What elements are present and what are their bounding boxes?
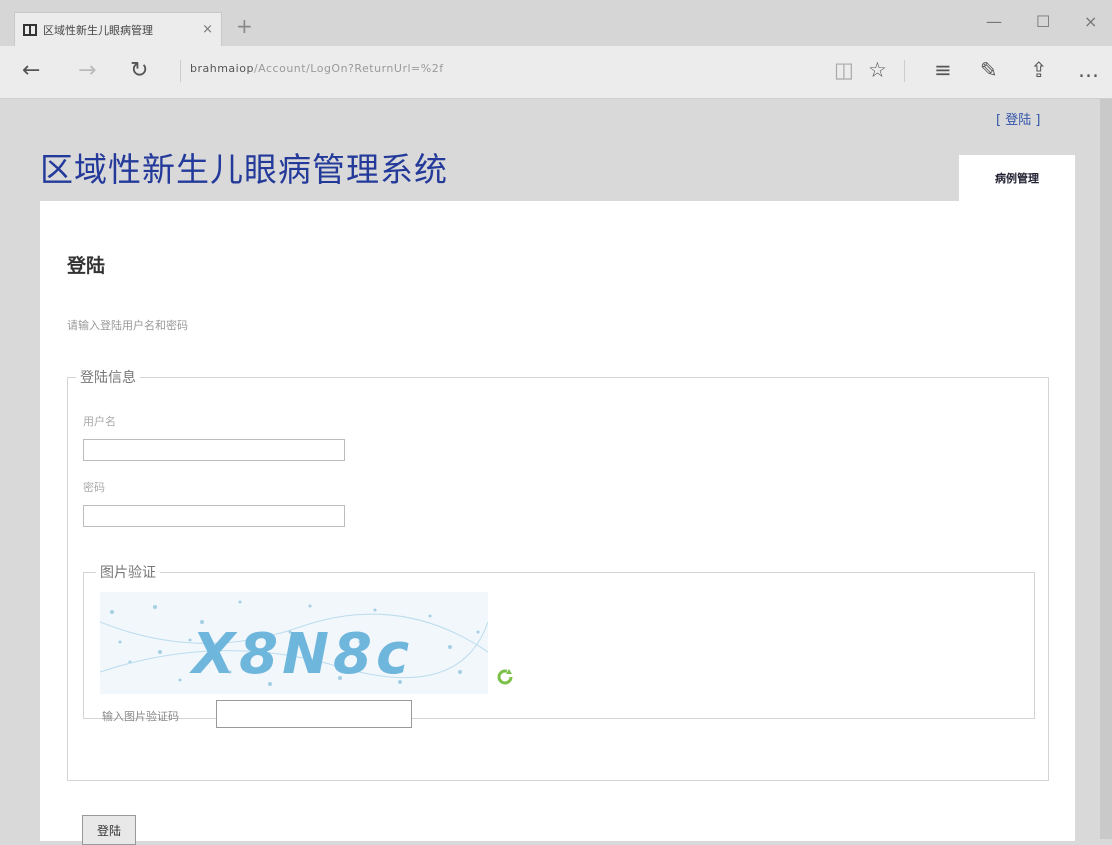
new-tab-button[interactable]: + — [236, 14, 253, 38]
captcha-image: X8N8c — [100, 592, 488, 694]
share-icon[interactable]: ⇪ — [1030, 58, 1048, 82]
captcha-input-label: 输入图片验证码 — [102, 710, 179, 723]
forward-button[interactable]: → — [78, 58, 96, 83]
browser-tab[interactable]: 区域性新生儿眼病管理 × — [14, 12, 222, 46]
login-hint: 请输入登陆用户名和密码 — [67, 319, 188, 332]
more-icon[interactable]: … — [1078, 58, 1099, 82]
password-label: 密码 — [83, 481, 105, 494]
browser-tab-bar: 区域性新生儿眼病管理 × + — ☐ × — [0, 0, 1112, 46]
hub-icon[interactable]: ≡ — [934, 58, 952, 82]
close-window-button[interactable]: × — [1084, 12, 1097, 31]
page-heading: 登陆 — [67, 255, 106, 277]
menu-tab-case-management[interactable]: 病例管理 — [959, 155, 1075, 201]
login-info-legend: 登陆信息 — [80, 370, 136, 386]
reading-view-icon[interactable]: ◫ — [834, 58, 854, 82]
web-note-icon[interactable]: ✎ — [980, 58, 998, 82]
book-icon — [23, 23, 37, 36]
login-info-fieldset: 登陆信息 用户名 密码 图片验证 X8N8c 输入图片验证码 — [67, 367, 1049, 781]
captcha-input[interactable] — [216, 700, 412, 728]
minimize-button[interactable]: — — [986, 12, 1002, 31]
favorite-star-icon[interactable]: ☆ — [868, 58, 887, 82]
username-input[interactable] — [83, 439, 345, 461]
tab-title: 区域性新生儿眼病管理 — [43, 23, 153, 37]
close-tab-icon[interactable]: × — [202, 22, 213, 37]
refresh-button[interactable]: ↻ — [130, 58, 148, 83]
scrollbar[interactable] — [1100, 99, 1112, 839]
maximize-button[interactable]: ☐ — [1036, 12, 1050, 31]
captcha-text: X8N8c — [192, 622, 414, 687]
captcha-fieldset: 图片验证 X8N8c 输入图片验证码 — [83, 562, 1035, 728]
divider — [180, 60, 181, 82]
password-input[interactable] — [83, 505, 345, 527]
login-link[interactable]: [ 登陆 ] — [996, 109, 1040, 128]
browser-address-bar: ← → ↻ brahmaiop/Account/LogOn?ReturnUrl=… — [0, 46, 1112, 99]
url-field[interactable]: brahmaiop/Account/LogOn?ReturnUrl=%2f — [190, 62, 444, 75]
page-viewport: [ 登陆 ] 区域性新生儿眼病管理系统 病例管理 登陆 请输入登陆用户名和密码 … — [0, 99, 1112, 845]
back-button[interactable]: ← — [22, 58, 40, 83]
main-content: 登陆 请输入登陆用户名和密码 登陆信息 用户名 密码 图片验证 X8N8c 输入… — [40, 201, 1075, 845]
login-button[interactable]: 登陆 — [82, 815, 136, 845]
username-label: 用户名 — [83, 415, 116, 428]
site-title: 区域性新生儿眼病管理系统 — [40, 150, 448, 189]
captcha-legend: 图片验证 — [100, 565, 156, 581]
url-path: /Account/LogOn?ReturnUrl=%2f — [253, 62, 444, 75]
refresh-captcha-icon[interactable] — [496, 668, 514, 686]
url-host: brahmaiop — [190, 62, 254, 75]
divider — [904, 60, 905, 82]
